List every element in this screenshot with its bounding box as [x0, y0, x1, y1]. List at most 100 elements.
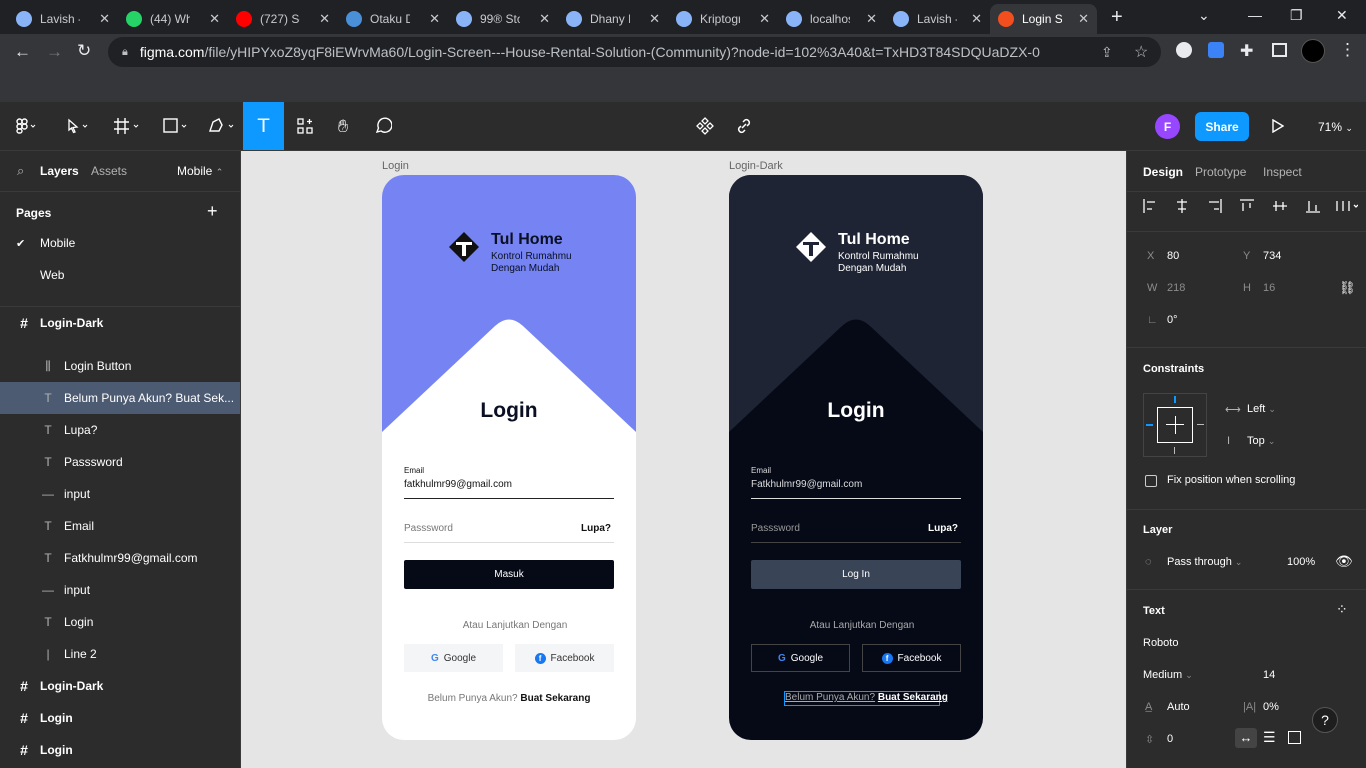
google-button[interactable]: G Google [751, 644, 850, 672]
add-page-icon[interactable]: + [207, 201, 218, 222]
reload-icon[interactable]: ↻ [77, 41, 91, 61]
close-tab-icon[interactable]: ✕ [99, 11, 110, 27]
constraint-vertical[interactable]: Top ⌄ [1247, 435, 1275, 447]
y-input[interactable]: 734 [1263, 250, 1281, 262]
login-button[interactable]: Masuk [404, 560, 614, 589]
sidebar-icon[interactable] [1272, 43, 1287, 57]
layer-item[interactable]: T Login [0, 606, 240, 638]
link-icon[interactable] [731, 102, 757, 150]
layer-item[interactable]: T Email [0, 510, 240, 542]
browser-tab[interactable]: Dhany Ip ✕ [558, 4, 668, 34]
browser-tab[interactable]: Lavish - ✕ [885, 4, 990, 34]
close-tab-icon[interactable]: ✕ [539, 11, 550, 27]
close-tab-icon[interactable]: ✕ [866, 11, 877, 27]
text-styles-icon[interactable]: ⁘ [1336, 601, 1348, 618]
facebook-button[interactable]: f Facebook [862, 644, 961, 672]
constrain-proportions-icon[interactable]: ⛓︎ [1339, 280, 1356, 296]
search-icon[interactable]: ⌕ [17, 163, 24, 179]
user-avatar[interactable]: F [1155, 114, 1180, 139]
fixed-size-icon[interactable] [1288, 731, 1301, 744]
google-button[interactable]: G Google [404, 644, 503, 672]
eye-icon[interactable]: 👁︎ [1335, 553, 1353, 570]
close-tab-icon[interactable]: ✕ [1078, 11, 1089, 27]
url-input[interactable]: 🔒︎ figma.com/file/yHIPYxoZ8yqF8iEWrvMa60… [108, 37, 1161, 67]
forgot-link[interactable]: Lupa? [581, 523, 611, 534]
layer-item[interactable]: | Line 2 [0, 638, 240, 670]
browser-tab[interactable]: localhos ✕ [778, 4, 885, 34]
layer-item[interactable]: ⫼ Login Button [0, 350, 240, 382]
star-icon[interactable]: ☆ [1134, 42, 1148, 62]
fix-scroll-checkbox[interactable] [1145, 475, 1157, 487]
window-close-icon[interactable]: ✕ [1336, 7, 1348, 24]
browser-tab[interactable]: Login Sc ✕ [990, 4, 1097, 34]
browser-tab[interactable]: Lavish - ✕ [8, 4, 118, 34]
comment-tool-icon[interactable] [370, 102, 396, 150]
layer-item[interactable]: T Passsword [0, 446, 240, 478]
signup-line-selected[interactable]: Belum Punya Akun? Buat Sekarang [784, 691, 948, 706]
figma-menu-icon[interactable] [6, 102, 46, 150]
browser-tab[interactable]: 99® Sto ✕ [448, 4, 558, 34]
tab-layers[interactable]: Layers [40, 164, 79, 178]
share-page-icon[interactable]: ⇪ [1101, 44, 1113, 61]
page-switcher[interactable]: Mobile ⌃ [177, 164, 223, 178]
text-tool-icon[interactable]: T [243, 102, 284, 150]
email-value[interactable]: fatkhulmr99@gmail.com [404, 479, 512, 490]
profile-avatar[interactable] [1301, 39, 1325, 63]
font-family-select[interactable]: Roboto [1143, 637, 1178, 649]
font-size-input[interactable]: 14 [1263, 669, 1275, 681]
present-icon[interactable] [1266, 102, 1290, 150]
auto-width-icon[interactable]: ↔ [1235, 728, 1257, 748]
opacity-input[interactable]: 100% [1287, 556, 1315, 568]
layer-item[interactable]: # Login [0, 702, 240, 734]
close-tab-icon[interactable]: ✕ [319, 11, 330, 27]
rotation-input[interactable]: 0° [1167, 314, 1178, 326]
new-tab-icon[interactable]: + [1111, 6, 1123, 29]
line-height-input[interactable]: Auto [1167, 701, 1190, 713]
w-input[interactable]: 218 [1167, 282, 1185, 294]
layer-item[interactable]: # Login [0, 734, 240, 766]
back-icon[interactable]: ← [14, 42, 31, 62]
maximize-icon[interactable]: ❐ [1290, 7, 1303, 24]
close-tab-icon[interactable]: ✕ [649, 11, 660, 27]
tab-search-icon[interactable]: ⌄ [1198, 7, 1210, 24]
password-placeholder[interactable]: Passsword [404, 523, 453, 534]
hand-tool-icon[interactable]: ✋︎ [330, 102, 356, 150]
zoom-level[interactable]: 71% ⌄ [1318, 120, 1353, 134]
puzzle-icon[interactable]: ✚ [1240, 41, 1253, 61]
password-placeholder[interactable]: Passsword [751, 523, 800, 534]
login-dark-frame[interactable]: Tul Home Kontrol Rumahmu Dengan Mudah Lo… [729, 175, 983, 740]
page-item-web[interactable]: Web [0, 259, 240, 291]
github-icon[interactable] [1176, 42, 1192, 58]
layer-item[interactable]: T Lupa? [0, 414, 240, 446]
move-tool-icon[interactable] [58, 102, 98, 150]
signup-line[interactable]: Belum Punya Akun? Buat Sekarang [382, 693, 636, 704]
login-frame[interactable]: Tul Home Kontrol Rumahmu Dengan Mudah Lo… [382, 175, 636, 740]
layer-item[interactable]: T Belum Punya Akun? Buat Sek... [0, 382, 240, 414]
x-input[interactable]: 80 [1167, 250, 1179, 262]
layer-item[interactable]: — input [0, 478, 240, 510]
frame-label-login-dark[interactable]: Login-Dark [729, 160, 783, 172]
share-button[interactable]: Share [1195, 112, 1249, 141]
menu-icon[interactable]: ⋮ [1339, 40, 1356, 60]
minimize-icon[interactable]: — [1248, 7, 1262, 23]
auto-height-icon[interactable]: ☰ [1263, 729, 1276, 746]
layer-item[interactable]: # Login-Dark [0, 307, 240, 339]
login-button[interactable]: Log In [751, 560, 961, 589]
tab-assets[interactable]: Assets [91, 164, 127, 178]
h-input[interactable]: 16 [1263, 282, 1275, 294]
pen-tool-icon[interactable] [202, 102, 242, 150]
email-value[interactable]: Fatkhulmr99@gmail.com [751, 479, 862, 490]
letter-spacing-input[interactable]: 0% [1263, 701, 1279, 713]
browser-tab[interactable]: Otaku D ✕ [338, 4, 448, 34]
forgot-link[interactable]: Lupa? [928, 523, 958, 534]
component-icon[interactable] [692, 102, 718, 150]
layer-item[interactable]: T Fatkhulmr99@gmail.com [0, 542, 240, 574]
blend-mode-select[interactable]: Pass through ⌄ [1167, 556, 1242, 568]
paragraph-spacing-input[interactable]: 0 [1167, 733, 1173, 745]
extension-icon[interactable] [1208, 42, 1224, 58]
canvas[interactable]: Login Tul Home Kontrol Rumahmu Dengan Mu… [241, 151, 1126, 768]
font-weight-select[interactable]: Medium ⌄ [1143, 669, 1193, 681]
frame-tool-icon[interactable] [108, 102, 148, 150]
signup-link[interactable]: Buat Sekarang [520, 693, 590, 704]
constraint-horizontal[interactable]: Left ⌄ [1247, 403, 1276, 415]
